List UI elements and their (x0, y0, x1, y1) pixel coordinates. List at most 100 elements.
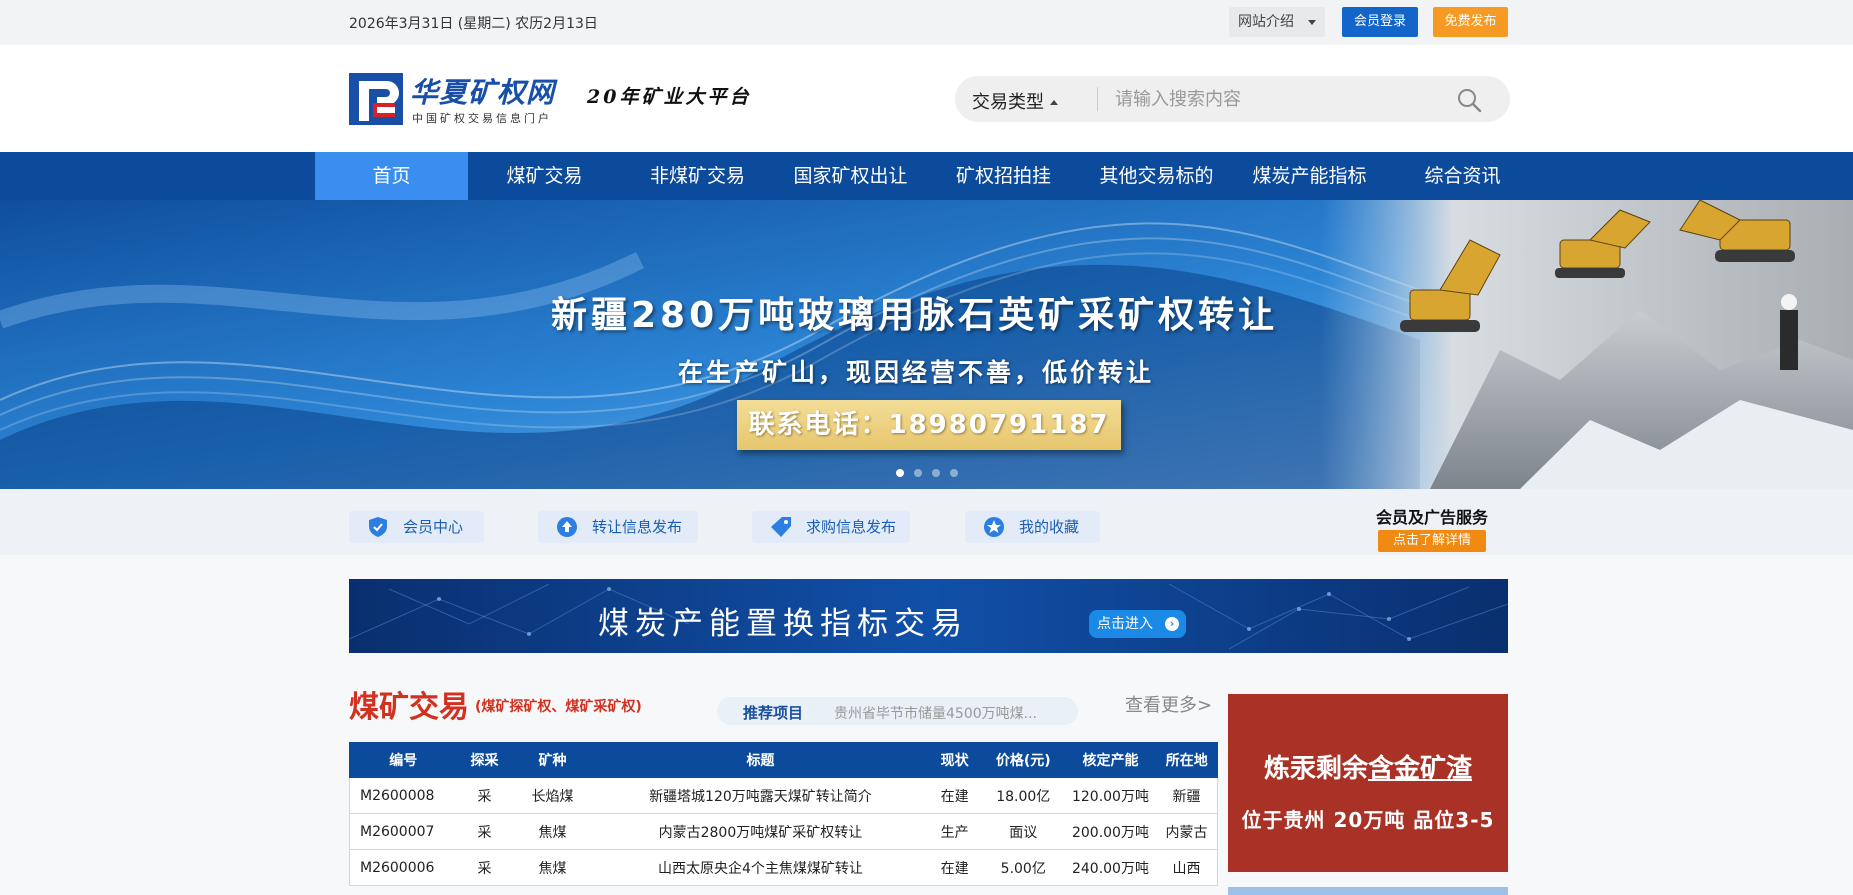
logo-mark-icon (349, 73, 403, 125)
caret-up-icon (1050, 100, 1058, 105)
search-bar: 交易类型 (955, 76, 1510, 122)
shield-icon (369, 517, 387, 537)
recommend-label: 推荐项目 (743, 704, 804, 722)
cell-title-link[interactable]: 内蒙古2800万吨煤矿采矿权转让 (593, 813, 928, 850)
cell-status: 在建 (927, 777, 982, 814)
main-nav: 首页 煤矿交易 非煤矿交易 国家矿权出让 矿权招拍挂 其他交易标的 煤炭产能指标… (0, 152, 1853, 200)
col-capacity: 核定产能 (1064, 742, 1157, 778)
logo-subtitle: 中国矿权交易信息门户 (412, 112, 552, 125)
purchase-publish-link[interactable]: 求购信息发布 (752, 511, 910, 543)
hero-banner[interactable]: 新疆280万吨玻璃用脉石英矿采矿权转让 在生产矿山，现因经营不善，低价转让 联系… (0, 200, 1853, 489)
cell-price: 18.00亿 (981, 777, 1065, 814)
banner-phone: 联系电话：18980791187 (737, 400, 1121, 450)
recommend-ticker[interactable]: 推荐项目 贵州省毕节市储量4500万吨煤... (717, 697, 1078, 725)
side-ad-banner-2[interactable] (1228, 887, 1508, 895)
table-header-row: 编号 探采 矿种 标题 现状 价格(元) 核定产能 所在地 (349, 742, 1219, 778)
side-ad-line2: 位于贵州 20万吨 品位3-5 (1241, 808, 1495, 832)
cell-price: 面议 (981, 813, 1065, 850)
my-favorites-link[interactable]: 我的收藏 (965, 511, 1100, 543)
cell-price: 5.00亿 (981, 849, 1065, 886)
site-intro-dropdown[interactable]: 网站介绍 (1229, 7, 1325, 37)
table-row[interactable]: M2600008 采 长焰煤 新疆塔城120万吨露天煤矿转让简介 在建 18.0… (349, 777, 1218, 814)
member-ad-service: 会员及广告服务 点击了解详情 (1352, 504, 1512, 552)
cell-capacity: 120.00万吨 (1064, 777, 1157, 814)
coal-trade-table: 编号 探采 矿种 标题 现状 价格(元) 核定产能 所在地 M2600008 采… (349, 742, 1219, 886)
carousel-dot-2[interactable] (914, 469, 922, 477)
col-status: 现状 (927, 742, 983, 778)
search-input[interactable] (1115, 84, 1435, 114)
star-icon (984, 517, 1004, 537)
side-ad-banner[interactable]: 炼汞剩余含金矿渣 位于贵州 20万吨 品位3-5 (1228, 694, 1508, 872)
coal-capacity-banner[interactable]: 煤炭产能置换指标交易 点击进入 › (349, 579, 1508, 653)
cell-title-link[interactable]: 山西太原央企4个主焦煤煤矿转让 (593, 849, 928, 886)
cell-location: 内蒙古 (1156, 813, 1218, 850)
member-ad-title: 会员及广告服务 (1375, 508, 1488, 527)
cell-type: 采 (457, 849, 512, 886)
banner-title: 新疆280万吨玻璃用脉石英矿采矿权转让 (551, 295, 1279, 336)
nav-national-transfer[interactable]: 国家矿权出让 (774, 152, 927, 200)
logo-title: 华夏矿权网 (410, 76, 556, 109)
nav-coal-trade[interactable]: 煤矿交易 (468, 152, 621, 200)
table-row[interactable]: M2600006 采 焦煤 山西太原央企4个主焦煤煤矿转让 在建 5.00亿 2… (349, 849, 1218, 886)
coal-capacity-title: 煤炭产能置换指标交易 (598, 606, 968, 642)
cell-status: 生产 (927, 813, 982, 850)
site-logo[interactable]: 华夏矿权网 中国矿权交易信息门户 (349, 71, 569, 127)
learn-more-button[interactable]: 点击了解详情 (1378, 530, 1486, 552)
cell-id: M2600006 (349, 849, 458, 886)
member-login-button[interactable]: 会员登录 (1342, 7, 1418, 37)
trade-type-label: 交易类型 (972, 92, 1044, 113)
cell-type: 采 (457, 813, 512, 850)
cell-capacity: 240.00万吨 (1064, 849, 1157, 886)
cell-mineral: 焦煤 (511, 813, 594, 850)
top-bar: 2026年3月31日 (星期二) 农历2月13日 网站介绍 会员登录 免费发布 (0, 0, 1853, 45)
cell-status: 在建 (927, 849, 982, 886)
carousel-dot-3[interactable] (932, 469, 940, 477)
transfer-publish-link[interactable]: 转让信息发布 (538, 511, 698, 543)
side-ad-line1-prefix: 炼汞剩余 (1263, 754, 1368, 784)
trade-type-selector[interactable]: 交易类型 (972, 88, 1058, 114)
site-intro-label: 网站介绍 (1238, 14, 1294, 30)
cell-mineral: 长焰煤 (511, 777, 594, 814)
side-ad-line1: 炼汞剩余含金矿渣 (1228, 748, 1508, 785)
my-favorites-label: 我的收藏 (1019, 518, 1080, 536)
nav-coal-capacity[interactable]: 煤炭产能指标 (1233, 152, 1386, 200)
col-type: 探采 (456, 742, 513, 778)
col-id: 编号 (349, 742, 458, 778)
transfer-publish-label: 转让信息发布 (592, 518, 683, 536)
cell-type: 采 (457, 777, 512, 814)
purchase-publish-label: 求购信息发布 (806, 518, 897, 536)
cell-id: M2600007 (349, 813, 458, 850)
cell-mineral: 焦煤 (511, 849, 594, 886)
member-center-label: 会员中心 (403, 518, 464, 536)
coal-section-subtitle: (煤矿探矿权、煤矿采矿权) (475, 699, 642, 715)
upload-icon (557, 517, 577, 537)
col-price: 价格(元) (981, 742, 1066, 778)
nav-news[interactable]: 综合资讯 (1386, 152, 1539, 200)
table-row[interactable]: M2600007 采 焦煤 内蒙古2800万吨煤矿采矿权转让 生产 面议 200… (349, 813, 1218, 850)
nav-home[interactable]: 首页 (315, 152, 468, 200)
free-publish-button[interactable]: 免费发布 (1433, 7, 1508, 37)
recommend-value: 贵州省毕节市储量4500万吨煤... (834, 706, 1037, 722)
carousel-dot-1[interactable] (896, 469, 904, 477)
enter-button-label: 点击进入 (1097, 616, 1153, 632)
nav-noncoal-trade[interactable]: 非煤矿交易 (621, 152, 774, 200)
see-more-link[interactable]: 查看更多> (1125, 691, 1212, 717)
caret-down-icon (1308, 20, 1316, 25)
cell-location: 新疆 (1156, 777, 1218, 814)
coal-section-title: 煤矿交易 (349, 690, 469, 725)
current-date: 2026年3月31日 (星期二) 农历2月13日 (349, 16, 598, 32)
search-divider (1097, 87, 1098, 111)
col-mineral: 矿种 (511, 742, 594, 778)
search-icon[interactable] (1456, 87, 1482, 113)
cell-title-link[interactable]: 新疆塔城120万吨露天煤矿转让简介 (593, 777, 928, 814)
nav-other-targets[interactable]: 其他交易标的 (1080, 152, 1233, 200)
nav-auction[interactable]: 矿权招拍挂 (927, 152, 1080, 200)
arrow-right-icon: › (1165, 617, 1179, 631)
carousel-dot-4[interactable] (950, 469, 958, 477)
member-center-link[interactable]: 会员中心 (349, 511, 484, 543)
site-header: 华夏矿权网 中国矿权交易信息门户 20年矿业大平台 交易类型 (0, 45, 1853, 152)
col-title: 标题 (592, 742, 929, 778)
quick-links-bar: 会员中心 转让信息发布 求购信息发布 我的收藏 会员及广告服务 点击了解详情 (0, 489, 1853, 555)
enter-button[interactable]: 点击进入 › (1089, 610, 1186, 638)
cell-capacity: 200.00万吨 (1064, 813, 1157, 850)
